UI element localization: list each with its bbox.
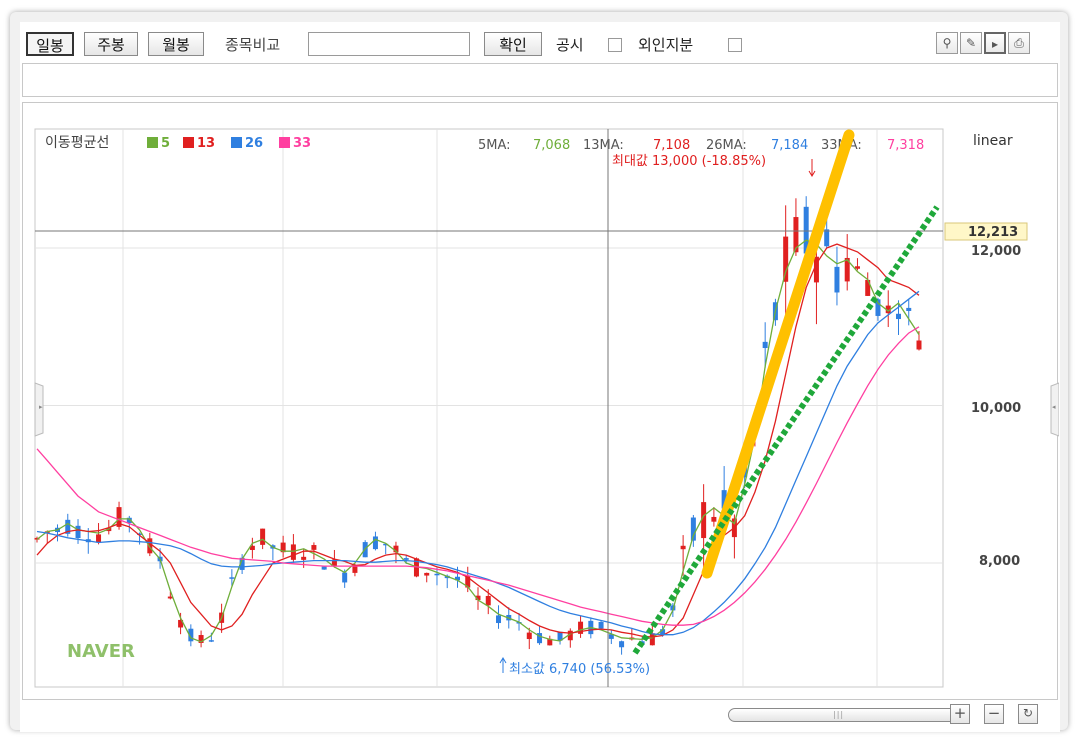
- zoom-in-button[interactable]: +: [950, 704, 970, 724]
- legend-swatch-ma5: [147, 137, 158, 148]
- bottom-controls: ||| + − ↻: [22, 700, 1058, 730]
- max-value-label: 최대값 13,000 (-18.85%): [612, 154, 766, 169]
- refresh-button[interactable]: ↻: [1018, 704, 1038, 724]
- candle-body: [680, 545, 686, 550]
- candle-body: [208, 640, 214, 642]
- ma5-name: 5MA:: [478, 138, 511, 153]
- ma26-name: 26MA:: [706, 138, 747, 153]
- candle-body: [649, 633, 655, 646]
- candle-body: [526, 632, 532, 640]
- scroll-grip-icon: |||: [833, 710, 845, 719]
- candle-body: [496, 615, 502, 624]
- candle-body: [75, 525, 81, 539]
- candle-body: [711, 516, 717, 522]
- compare-label: 종목비교: [225, 36, 281, 54]
- eraser-icon[interactable]: ✎: [960, 32, 982, 54]
- pin-icon[interactable]: ⚲: [936, 32, 958, 54]
- candle-body: [824, 229, 830, 247]
- legend-label-ma26: 26: [245, 136, 263, 151]
- candle-body: [434, 573, 440, 576]
- disclosure-checkbox[interactable]: [608, 38, 622, 52]
- legend-label-ma13: 13: [197, 136, 215, 151]
- time-scrollbar[interactable]: |||: [728, 708, 964, 722]
- candle-body: [619, 641, 625, 648]
- toolbar: 일봉 주봉 월봉 종목비교 확인 공시 외인지분 ⚲ ✎ ▸ ⎙: [22, 30, 1058, 62]
- ma13-value: 7,108: [653, 138, 690, 153]
- y-tick-label: 12,000: [971, 244, 1021, 259]
- candle-body: [854, 266, 860, 269]
- candle-body: [906, 307, 912, 311]
- candle-body: [96, 534, 102, 543]
- candle-body: [321, 566, 327, 570]
- legend-title: 이동평균선: [45, 135, 109, 151]
- cursor-icon[interactable]: ▸: [984, 32, 1006, 54]
- candle-body: [485, 595, 491, 606]
- candle-body: [895, 313, 901, 320]
- candle-body: [834, 266, 840, 293]
- compare-input[interactable]: [308, 32, 470, 56]
- candlestick-chart[interactable]: ▸ ◂ 이동평균선 5 13 26 33 5MA: 7,068 13MA: 7,…: [23, 103, 1060, 701]
- ma33-value: 7,318: [887, 138, 924, 153]
- legend-label-ma33: 33: [293, 136, 311, 151]
- candle-body: [260, 528, 266, 545]
- zoom-out-button[interactable]: −: [984, 704, 1004, 724]
- ma26-value: 7,184: [771, 138, 808, 153]
- y-tick-label: 8,000: [979, 554, 1020, 569]
- period-weekly-button[interactable]: 주봉: [84, 32, 138, 56]
- ma13-name: 13MA:: [583, 138, 624, 153]
- candle-body: [342, 572, 348, 583]
- period-daily-button[interactable]: 일봉: [26, 32, 74, 56]
- candle-body: [372, 536, 378, 550]
- candle-body: [783, 236, 789, 282]
- candle-body: [762, 341, 768, 349]
- candle-body: [311, 545, 317, 550]
- candle-body: [598, 621, 604, 629]
- min-value-label: 최소값 6,740 (56.53%): [509, 662, 650, 677]
- legend-swatch-ma26: [231, 137, 242, 148]
- foreign-checkbox[interactable]: [728, 38, 742, 52]
- legend-swatch-ma13: [183, 137, 194, 148]
- candle-body: [916, 340, 922, 350]
- legend-swatch-ma33: [279, 137, 290, 148]
- candle-body: [229, 577, 235, 579]
- period-monthly-button[interactable]: 월봉: [148, 32, 204, 56]
- left-arrow-icon: ▸: [39, 403, 43, 411]
- confirm-button[interactable]: 확인: [484, 32, 542, 56]
- candle-body: [290, 544, 296, 560]
- candle-body: [424, 572, 430, 576]
- foreign-label: 외인지분: [638, 36, 694, 54]
- right-arrow-icon: ◂: [1052, 403, 1056, 411]
- crosshair-price: 12,213: [968, 225, 1018, 240]
- chart-area: ▸ ◂ 이동평균선 5 13 26 33 5MA: 7,068 13MA: 7,…: [22, 102, 1060, 701]
- naver-logo: NAVER: [67, 641, 135, 662]
- y-tick-label: 10,000: [971, 401, 1021, 416]
- print-icon[interactable]: ⎙: [1008, 32, 1030, 54]
- scale-label: linear: [973, 133, 1013, 149]
- legend-label-ma5: 5: [161, 136, 170, 151]
- candle-body: [352, 566, 358, 573]
- candle-body: [301, 556, 307, 560]
- candle-body: [403, 558, 409, 560]
- ma5-value: 7,068: [533, 138, 570, 153]
- disclosure-label: 공시: [556, 36, 584, 54]
- candle-body: [147, 538, 153, 554]
- info-bar: [22, 63, 1058, 97]
